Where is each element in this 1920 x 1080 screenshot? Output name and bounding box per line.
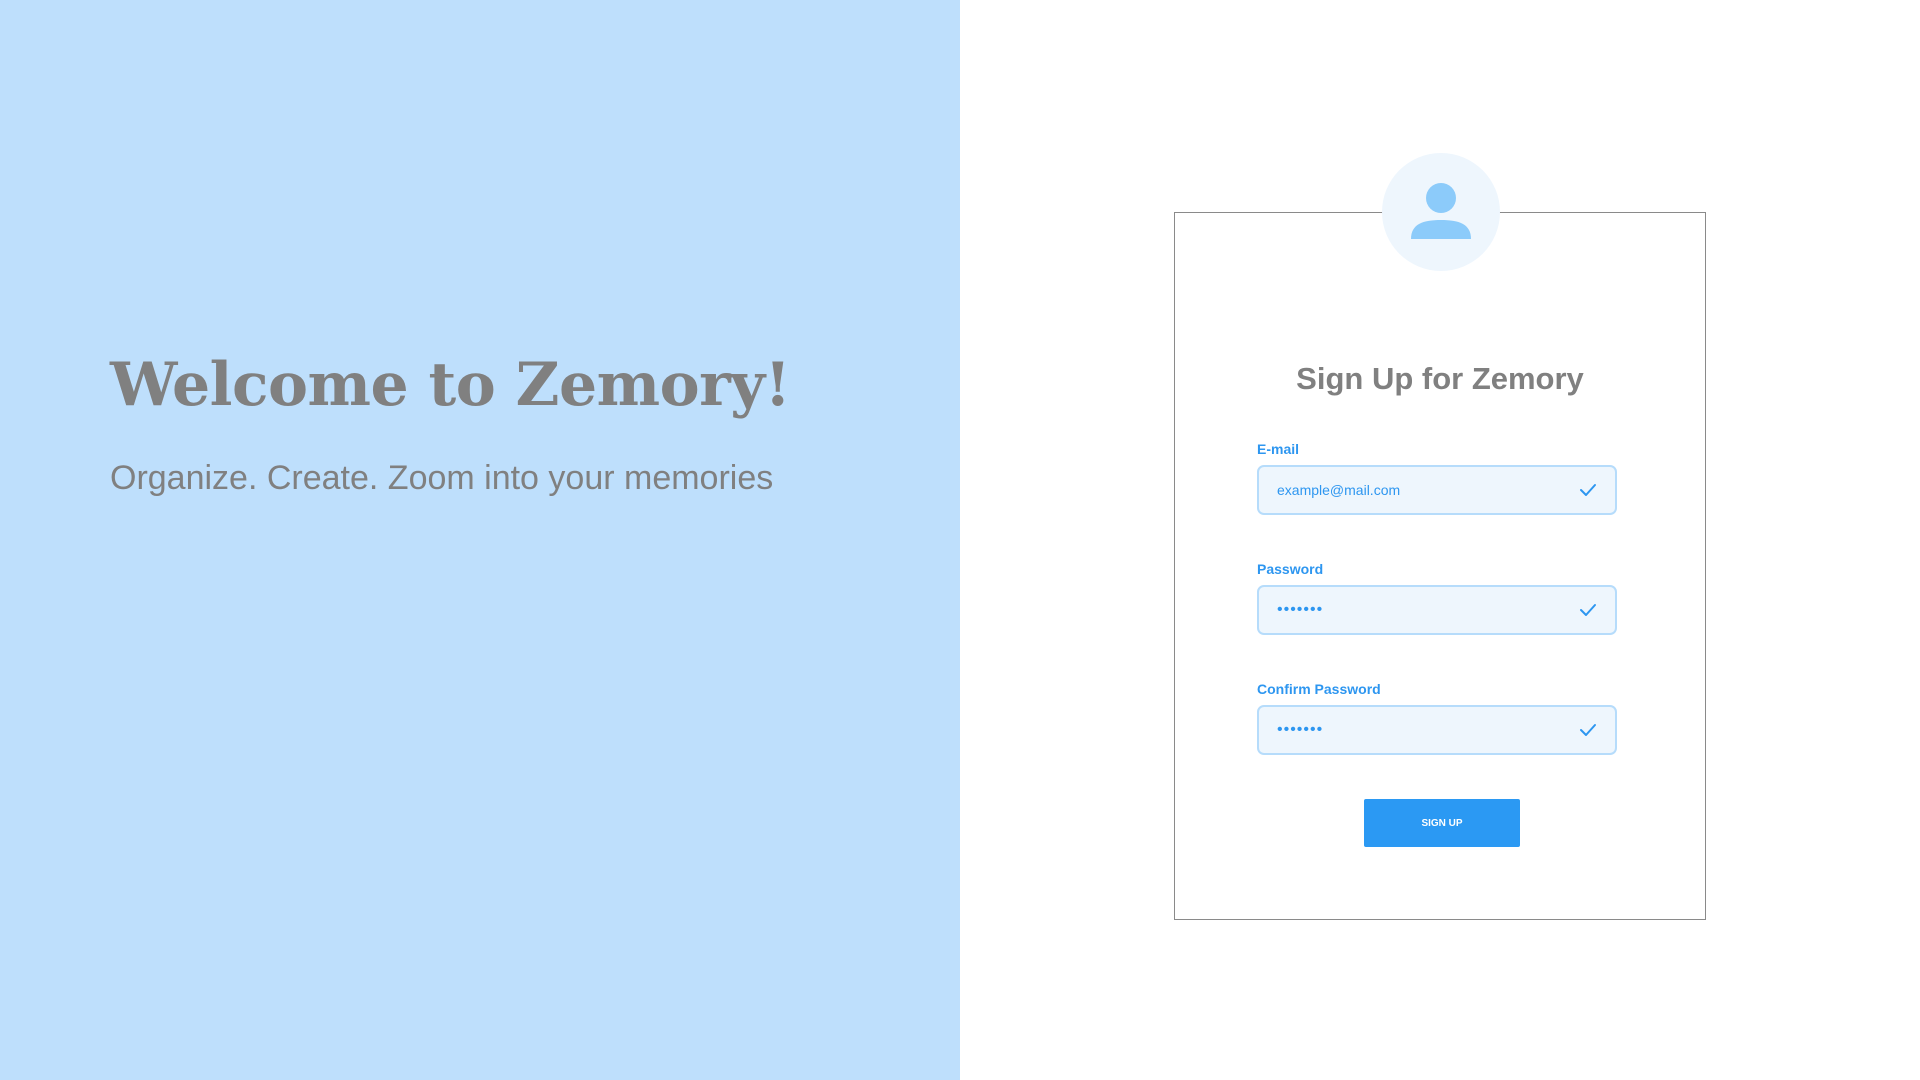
- check-icon: [1579, 482, 1597, 503]
- password-field[interactable]: [1257, 585, 1617, 635]
- confirm-password-label: Confirm Password: [1257, 681, 1381, 697]
- signup-card: Sign Up for Zemory E-mail Password Confi…: [1174, 212, 1706, 920]
- confirm-password-field[interactable]: [1257, 705, 1617, 755]
- password-label: Password: [1257, 561, 1324, 577]
- hero-subtitle: Organize. Create. Zoom into your memorie…: [110, 459, 774, 497]
- avatar: [1382, 153, 1500, 271]
- signup-title: Sign Up for Zemory: [1296, 361, 1584, 396]
- user-icon: [1411, 183, 1471, 239]
- hero-title: Welcome to Zemory!: [110, 350, 791, 420]
- signup-page: Welcome to Zemory! Organize. Create. Zoo…: [0, 0, 1920, 1080]
- password-input[interactable]: [1277, 587, 1567, 633]
- confirm-password-input[interactable]: [1277, 707, 1567, 753]
- email-input[interactable]: [1277, 467, 1567, 513]
- hero-panel: Welcome to Zemory! Organize. Create. Zoo…: [0, 0, 960, 1080]
- email-field[interactable]: [1257, 465, 1617, 515]
- check-icon: [1579, 722, 1597, 743]
- sign-up-button[interactable]: SIGN UP: [1364, 799, 1520, 847]
- check-icon: [1579, 602, 1597, 623]
- email-label: E-mail: [1257, 441, 1300, 457]
